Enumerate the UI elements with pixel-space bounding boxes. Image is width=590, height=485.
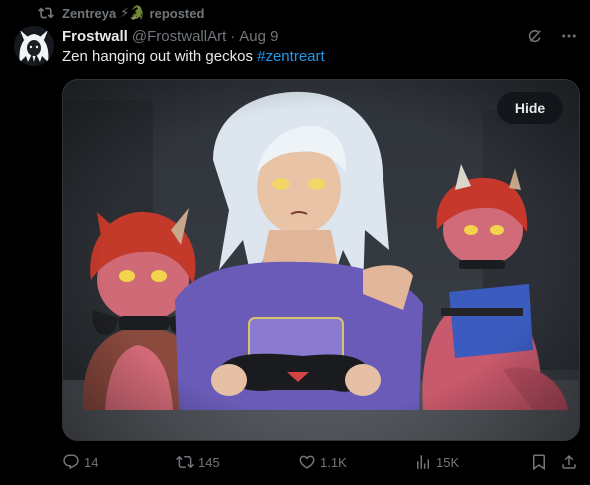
hashtag-link[interactable]: #zentreart xyxy=(257,48,325,65)
views-count: 15K xyxy=(436,454,460,470)
tweet-body: Zen hanging out with geckos xyxy=(62,48,258,65)
share-button[interactable] xyxy=(560,453,578,471)
avatar[interactable] xyxy=(14,26,54,66)
repost-button[interactable]: 145 xyxy=(176,453,220,471)
illustration xyxy=(63,80,579,440)
views-icon xyxy=(417,455,429,469)
like-button[interactable]: 1.1K xyxy=(298,453,347,471)
share-icon xyxy=(562,454,576,469)
separator-dot: · xyxy=(230,27,236,45)
avatar-image xyxy=(14,26,54,66)
bookmark-icon xyxy=(533,454,545,471)
reply-count: 14 xyxy=(84,454,99,470)
reply-button[interactable]: 14 xyxy=(62,453,98,471)
repost-user[interactable]: Zentreya xyxy=(62,6,116,21)
bookmark-button[interactable] xyxy=(530,453,548,471)
tweet-header: Frostwall @FrostwallArt · Aug 9 xyxy=(62,26,578,46)
repost-emoji: ⚡🐊 xyxy=(120,5,146,20)
reply-icon xyxy=(63,454,79,470)
heart-icon xyxy=(299,455,315,469)
tweet[interactable]: Zentreya ⚡🐊 reposted Frostwall @Frostwal… xyxy=(0,0,590,485)
more-icon[interactable] xyxy=(560,27,578,45)
tweet-text: Zen hanging out with geckos #zentreart xyxy=(62,47,325,67)
author-handle[interactable]: @FrostwallArt xyxy=(132,28,226,45)
repost-count: 145 xyxy=(198,454,220,470)
repost-action-icon xyxy=(176,455,194,469)
repost-icon xyxy=(38,7,54,19)
views-button[interactable]: 15K xyxy=(414,453,459,471)
hide-button[interactable]: Hide xyxy=(497,92,563,124)
repost-label: reposted xyxy=(149,5,205,21)
media-image[interactable]: Hide xyxy=(62,79,580,441)
like-count: 1.1K xyxy=(320,454,347,470)
action-bar: 14 145 1.1K 15K xyxy=(62,451,580,473)
author-display-name[interactable]: Frostwall xyxy=(62,28,128,45)
repost-context: Zentreya ⚡🐊 reposted xyxy=(38,4,204,22)
grok-icon[interactable] xyxy=(526,27,544,45)
post-date[interactable]: Aug 9 xyxy=(239,28,278,45)
